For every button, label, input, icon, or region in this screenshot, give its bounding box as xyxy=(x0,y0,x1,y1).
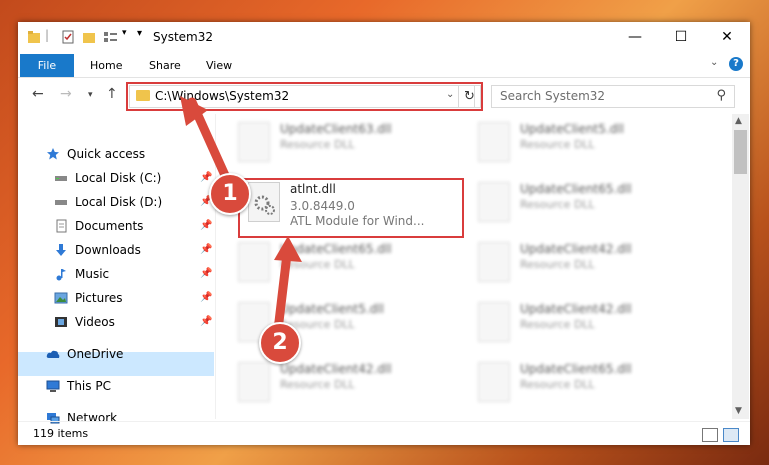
scroll-thumb[interactable] xyxy=(734,130,747,174)
dll-file-icon xyxy=(238,242,270,282)
chevron-down-icon[interactable]: ▾ xyxy=(122,28,127,38)
tab-home[interactable]: Home xyxy=(90,59,122,72)
list-item[interactable]: UpdateClient65.dll Resource DLL xyxy=(228,234,448,290)
expand-ribbon-icon[interactable]: ⌄ xyxy=(710,57,718,68)
refresh-icon[interactable]: ↻ xyxy=(458,85,481,108)
minimize-button[interactable]: — xyxy=(612,22,658,53)
highlight-box-file xyxy=(238,178,464,238)
list-item[interactable]: UpdateClient42.dll Resource DLL xyxy=(228,354,448,410)
list-item[interactable]: UpdateClient65.dll Resource DLL xyxy=(468,354,688,410)
details-view-icon[interactable] xyxy=(702,428,718,442)
dll-file-icon xyxy=(478,362,510,402)
pin-icon[interactable]: 📌 xyxy=(200,214,212,238)
list-item[interactable]: UpdateClient65.dll Resource DLL xyxy=(468,174,688,230)
file-list: UpdateClient63.dll Resource DLL UpdateCl… xyxy=(224,114,734,419)
list-item[interactable]: UpdateClient5.dll Resource DLL xyxy=(468,114,688,170)
close-button[interactable]: ✕ xyxy=(704,22,750,53)
dll-file-icon xyxy=(238,362,270,402)
tab-file[interactable]: File xyxy=(20,54,74,77)
maximize-button[interactable]: ☐ xyxy=(658,22,704,53)
dll-file-icon xyxy=(478,302,510,342)
list-item[interactable]: UpdateClient42.dll Resource DLL xyxy=(468,294,688,350)
highlight-box-address xyxy=(126,82,483,111)
search-input[interactable]: Search System32 ⚲ xyxy=(491,85,735,108)
new-folder-icon[interactable] xyxy=(82,30,96,44)
forward-arrow-icon[interactable]: → xyxy=(60,86,72,102)
dll-file-icon xyxy=(478,122,510,162)
pin-toolbar-icon[interactable]: ▾ xyxy=(137,28,142,39)
ribbon-tabs: File Home Share View ⌄ ? xyxy=(18,53,750,78)
pin-icon[interactable]: 📌 xyxy=(200,238,212,262)
title-bar: | ▾ ▾ System32 — ☐ ✕ xyxy=(18,22,750,53)
customize-toolbar-icon[interactable] xyxy=(103,30,119,44)
downloads-icon xyxy=(56,244,66,256)
cloud-icon xyxy=(46,350,60,358)
videos-icon xyxy=(55,317,67,327)
navigation-pane: Quick access Local Disk (C:) 📌 Local Dis… xyxy=(18,114,216,425)
item-count: 119 items xyxy=(33,427,89,440)
pin-icon[interactable]: 📌 xyxy=(200,310,212,334)
status-bar: 119 items xyxy=(18,421,750,446)
folder-icon[interactable] xyxy=(27,30,41,44)
separator: | xyxy=(45,28,50,42)
vertical-scrollbar[interactable]: ▲ ▼ xyxy=(732,114,749,419)
search-placeholder: Search System32 xyxy=(500,89,606,103)
computer-icon xyxy=(46,380,60,392)
dll-file-icon xyxy=(238,122,270,162)
properties-icon[interactable] xyxy=(61,30,75,44)
pin-icon[interactable]: 📌 xyxy=(200,286,212,310)
up-arrow-icon[interactable]: ↑ xyxy=(106,86,118,102)
drive-icon xyxy=(55,176,67,181)
list-item[interactable]: UpdateClient42.dll Resource DLL xyxy=(468,234,688,290)
window-title: System32 xyxy=(153,30,214,44)
help-icon[interactable]: ? xyxy=(729,57,743,71)
file-explorer-window: | ▾ ▾ System32 — ☐ ✕ File Home Share Vie… xyxy=(18,22,750,445)
star-icon xyxy=(47,148,59,160)
pictures-icon xyxy=(54,292,68,304)
tab-share[interactable]: Share xyxy=(149,59,181,72)
dll-file-icon xyxy=(478,242,510,282)
music-icon xyxy=(56,269,66,281)
drive-icon xyxy=(55,200,67,205)
address-row: ← → ▾ ↑ C:\Windows\System32 ⌄ ↻ Search S… xyxy=(18,78,750,112)
step-badge-2: 2 xyxy=(259,322,301,364)
back-arrow-icon[interactable]: ← xyxy=(32,86,44,102)
scroll-down-icon[interactable]: ▼ xyxy=(735,406,742,416)
pin-icon[interactable]: 📌 xyxy=(200,262,212,286)
large-icons-view-icon[interactable] xyxy=(723,428,739,442)
step-badge-1: 1 xyxy=(209,173,251,215)
list-item[interactable]: UpdateClient63.dll Resource DLL xyxy=(228,114,448,170)
documents-icon xyxy=(56,219,67,233)
dll-file-icon xyxy=(478,182,510,222)
tab-view[interactable]: View xyxy=(206,59,232,72)
recent-locations-icon[interactable]: ▾ xyxy=(88,90,93,100)
scroll-up-icon[interactable]: ▲ xyxy=(735,116,742,126)
search-icon: ⚲ xyxy=(716,88,726,103)
